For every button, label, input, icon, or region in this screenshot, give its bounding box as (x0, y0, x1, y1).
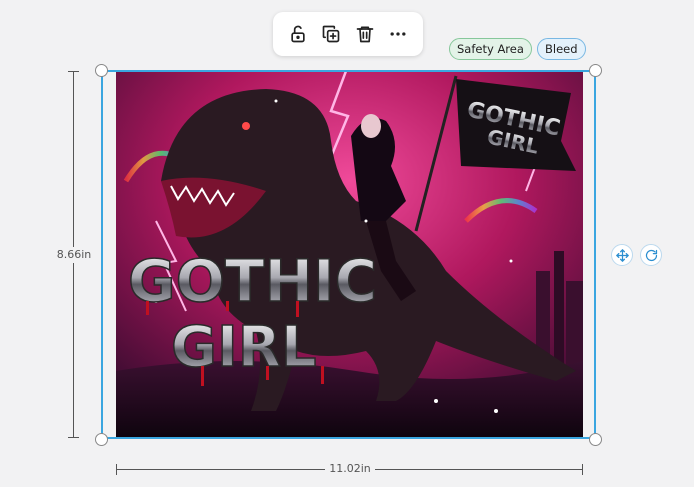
resize-handle-bottom-right[interactable] (589, 433, 602, 446)
duplicate-button[interactable] (317, 20, 345, 48)
width-dimension-tick-left (116, 464, 117, 475)
height-dimension-label: 8.66in (54, 247, 94, 263)
width-dimension-label: 11.02in (325, 461, 375, 477)
rotate-button[interactable] (640, 244, 662, 266)
move-icon (615, 248, 629, 262)
resize-handle-top-left[interactable] (95, 64, 108, 77)
move-button[interactable] (611, 244, 633, 266)
bleed-toggle[interactable]: Bleed (537, 38, 586, 60)
duplicate-icon (322, 25, 340, 43)
unlock-button[interactable] (284, 20, 312, 48)
selection-toolbar (273, 12, 423, 56)
artwork-title-line2: GIRL (171, 315, 317, 380)
artwork-title-line1: GOTHIC (128, 247, 377, 315)
artwork-image: GOTHIC GIRL GOTHIC GIRL (116, 71, 583, 438)
rotate-icon (645, 249, 657, 261)
safety-area-toggle[interactable]: Safety Area (449, 38, 532, 60)
more-button[interactable] (384, 20, 412, 48)
more-horizontal-icon (390, 32, 406, 36)
trash-icon (356, 26, 374, 43)
resize-handle-bottom-left[interactable] (95, 433, 108, 446)
height-dimension-tick-bottom (68, 437, 79, 438)
width-dimension-tick-right (582, 464, 583, 475)
unlock-icon (291, 25, 305, 43)
resize-handle-top-right[interactable] (589, 64, 602, 77)
height-dimension-tick-top (68, 71, 79, 72)
design-artwork[interactable]: GOTHIC GIRL GOTHIC GIRL (116, 71, 583, 438)
delete-button[interactable] (351, 20, 379, 48)
